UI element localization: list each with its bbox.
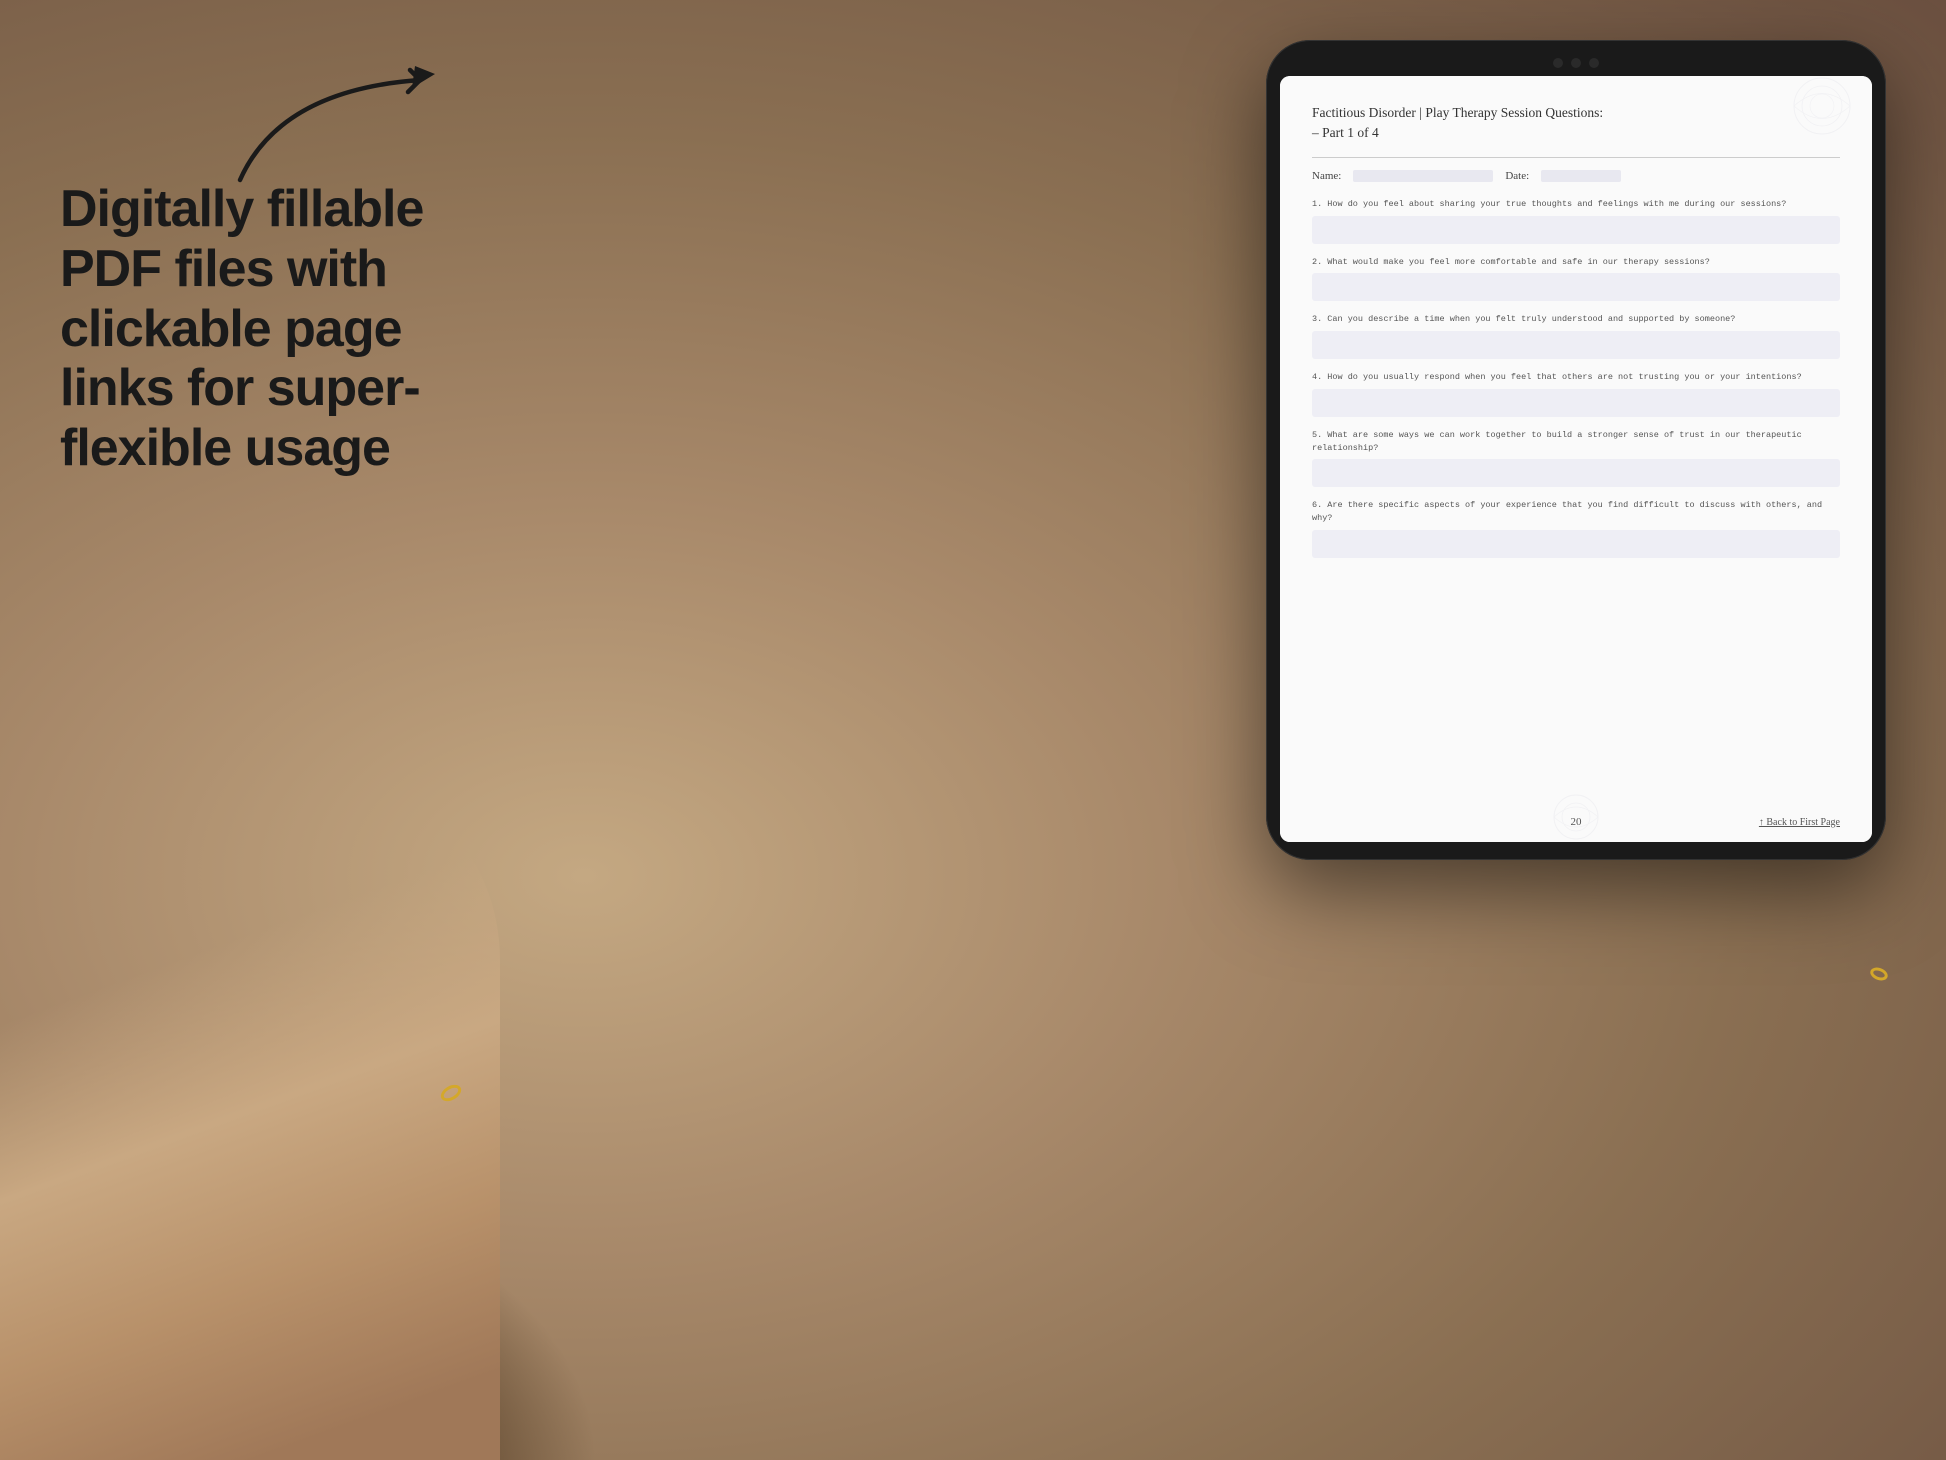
- arrow-icon: [180, 60, 500, 200]
- main-tagline: Digitally fillable PDF files with clicka…: [60, 180, 500, 479]
- question-block-3: 3. Can you describe a time when you felt…: [1312, 313, 1840, 359]
- arrow-container: [180, 60, 500, 200]
- question-text-6: 6. Are there specific aspects of your ex…: [1312, 499, 1840, 525]
- date-label: Date:: [1505, 170, 1529, 182]
- answer-box-6[interactable]: [1312, 530, 1840, 558]
- question-block-4: 4. How do you usually respond when you f…: [1312, 371, 1840, 417]
- pdf-questions: 1. How do you feel about sharing your tr…: [1312, 198, 1840, 814]
- question-text-1: 1. How do you feel about sharing your tr…: [1312, 198, 1840, 211]
- question-block-5: 5. What are some ways we can work togeth…: [1312, 429, 1840, 488]
- pdf-divider: [1312, 157, 1840, 158]
- answer-box-3[interactable]: [1312, 331, 1840, 359]
- pdf-footer: 20 ↑ Back to First Page: [1312, 814, 1840, 822]
- question-text-5: 5. What are some ways we can work togeth…: [1312, 429, 1840, 455]
- back-to-first-page-link[interactable]: ↑ Back to First Page: [1759, 817, 1840, 828]
- question-text-2: 2. What would make you feel more comfort…: [1312, 256, 1840, 269]
- answer-box-5[interactable]: [1312, 459, 1840, 487]
- pdf-page: Factitious Disorder | Play Therapy Sessi…: [1280, 76, 1872, 842]
- question-block-2: 2. What would make you feel more comfort…: [1312, 256, 1840, 302]
- camera-row: [1553, 58, 1599, 68]
- date-field[interactable]: [1541, 170, 1621, 182]
- page-number: 20: [1571, 816, 1582, 828]
- camera-dot-1: [1553, 58, 1563, 68]
- left-text-block: Digitally fillable PDF files with clicka…: [60, 180, 500, 479]
- name-label: Name:: [1312, 170, 1341, 182]
- tablet-frame: Factitious Disorder | Play Therapy Sessi…: [1266, 40, 1886, 860]
- question-block-6: 6. Are there specific aspects of your ex…: [1312, 499, 1840, 558]
- answer-box-1[interactable]: [1312, 216, 1840, 244]
- answer-box-2[interactable]: [1312, 273, 1840, 301]
- pdf-subtitle: – Part 1 of 4: [1312, 125, 1840, 141]
- tablet-wrapper: Factitious Disorder | Play Therapy Sessi…: [1266, 40, 1886, 860]
- question-text-4: 4. How do you usually respond when you f…: [1312, 371, 1840, 384]
- name-field[interactable]: [1353, 170, 1493, 182]
- question-text-3: 3. Can you describe a time when you felt…: [1312, 313, 1840, 326]
- hand-left: [0, 760, 500, 1460]
- tablet-screen: Factitious Disorder | Play Therapy Sessi…: [1280, 76, 1872, 842]
- pdf-title: Factitious Disorder | Play Therapy Sessi…: [1312, 104, 1840, 123]
- camera-dot-2: [1571, 58, 1581, 68]
- watermark-top: [1772, 76, 1872, 136]
- camera-dot-3: [1589, 58, 1599, 68]
- question-block-1: 1. How do you feel about sharing your tr…: [1312, 198, 1840, 244]
- answer-box-4[interactable]: [1312, 389, 1840, 417]
- name-date-row: Name: Date:: [1312, 170, 1840, 182]
